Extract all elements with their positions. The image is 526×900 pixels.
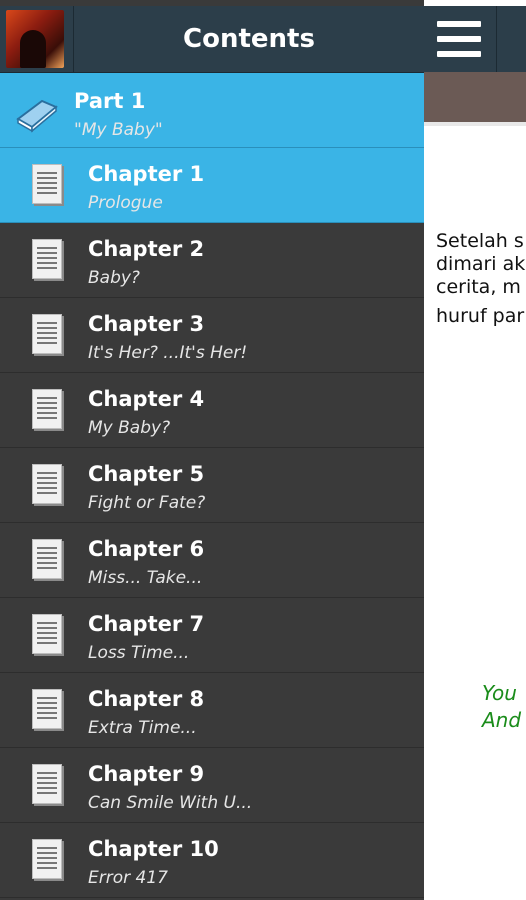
page-icon [30, 239, 64, 279]
chapter-item[interactable]: Chapter 8 Extra Time... [0, 673, 424, 748]
page-icon [30, 164, 64, 204]
chapter-body-text: Setelah s dimari ak cerita, m huruf par [436, 230, 526, 328]
chapter-item[interactable]: Chapter 7 Loss Time... [0, 598, 424, 673]
chapter-banner [424, 72, 526, 122]
chapter-subtitle: Fight or Fate? [88, 493, 206, 513]
contents-list: Part 1 "My Baby" Chapter 1 Prologue Chap… [0, 73, 424, 898]
page-icon [30, 689, 64, 729]
chapter-subtitle: Prologue [88, 193, 163, 213]
chapter-label: Chapter 9 [88, 762, 205, 786]
chapter-label: Chapter 7 [88, 612, 205, 636]
chapter-item[interactable]: Chapter 6 Miss... Take... [0, 523, 424, 598]
drawer-title: Contents [183, 24, 315, 54]
chapter-subtitle: Can Smile With U... [88, 793, 253, 813]
hamburger-menu-icon[interactable] [424, 6, 497, 72]
body-line: cerita, m [436, 276, 521, 298]
chapter-label: Chapter 5 [88, 462, 205, 486]
chapter-item[interactable]: Chapter 5 Fight or Fate? [0, 448, 424, 523]
page-icon [30, 314, 64, 354]
chapter-label: Chapter 3 [88, 312, 205, 336]
chapter-item[interactable]: Chapter 10 Error 417 [0, 823, 424, 898]
chapter-label: Chapter 2 [88, 237, 205, 261]
chapter-label: Chapter 6 [88, 537, 205, 561]
green-line: You [482, 681, 517, 705]
chapter-subtitle: Error 417 [88, 868, 168, 888]
chapter-item[interactable]: Chapter 2 Baby? [0, 223, 424, 298]
green-line: And [482, 708, 522, 732]
banner-divider [424, 122, 526, 126]
drawer-header: Contents [0, 6, 424, 73]
part-subtitle: "My Baby" [74, 120, 163, 140]
book-cover-image[interactable] [6, 10, 64, 68]
part-label: Part 1 [74, 89, 146, 113]
chapter-subtitle: My Baby? [88, 418, 171, 438]
chapter-item[interactable]: Chapter 4 My Baby? [0, 373, 424, 448]
chapter-subtitle: Miss... Take... [88, 568, 203, 588]
chapter-item[interactable]: Chapter 1 Prologue [0, 148, 424, 223]
chapter-label: Chapter 1 [88, 162, 205, 186]
body-line: huruf par [436, 305, 525, 327]
chapter-label: Chapter 10 [88, 837, 219, 861]
chapter-subtitle: Extra Time... [88, 718, 197, 738]
navigation-drawer: Contents Part 1 "My Baby" Chapter 1 Prol… [0, 0, 424, 900]
page-icon [30, 389, 64, 429]
chapter-item[interactable]: Chapter 9 Can Smile With U... [0, 748, 424, 823]
chapter-label: Chapter 8 [88, 687, 205, 711]
part-item[interactable]: Part 1 "My Baby" [0, 73, 424, 148]
chapter-subtitle: Loss Time... [88, 643, 190, 663]
body-line: dimari ak [436, 253, 526, 275]
chapter-label: Chapter 4 [88, 387, 205, 411]
page-icon [30, 839, 64, 879]
chapter-subtitle: Baby? [88, 268, 140, 288]
page-icon [30, 539, 64, 579]
chapter-item[interactable]: Chapter 3 It's Her? ...It's Her! [0, 298, 424, 373]
main-toolbar [424, 6, 526, 72]
chapter-subtitle: It's Her? ...It's Her! [88, 343, 248, 363]
green-note: You And [482, 680, 521, 734]
page-icon [30, 764, 64, 804]
page-icon [30, 614, 64, 654]
main-content: Setelah s dimari ak cerita, m huruf par … [424, 0, 526, 900]
book-icon [12, 93, 62, 133]
body-line: Setelah s [436, 230, 524, 252]
page-icon [30, 464, 64, 504]
